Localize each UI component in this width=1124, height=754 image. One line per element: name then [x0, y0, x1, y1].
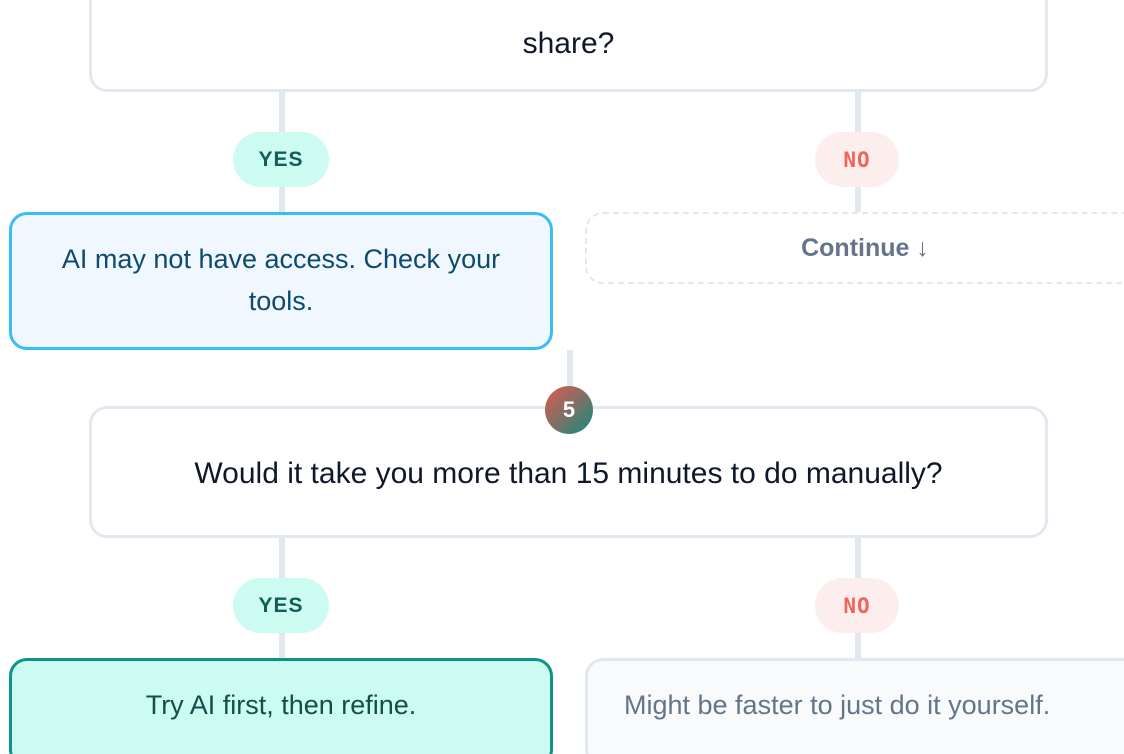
- outcome-no-access: AI may not have access. Check your tools…: [9, 212, 553, 350]
- question-text-previous: share?: [522, 27, 615, 60]
- yes-label: YES: [258, 147, 304, 171]
- yes-pill-step5: YES: [233, 578, 329, 633]
- no-pill-step5: NO: [815, 578, 899, 633]
- outcome-no-access-text: AI may not have access. Check your tools…: [61, 244, 501, 316]
- continue-down-box: Continue ↓: [585, 212, 1124, 284]
- outcome-try-ai: Try AI first, then refine.: [9, 658, 553, 754]
- outcome-do-yourself-text: Might be faster to just do it yourself.: [624, 690, 1051, 721]
- no-label: NO: [843, 593, 871, 618]
- continue-down-text: Continue ↓: [801, 233, 929, 262]
- no-pill-top: NO: [815, 132, 899, 187]
- yes-pill-top: YES: [233, 132, 329, 187]
- step-number-badge: 5: [545, 386, 593, 434]
- step-number: 5: [562, 397, 576, 422]
- question-box-previous: share?: [89, 0, 1048, 92]
- yes-label: YES: [258, 593, 304, 617]
- outcome-do-yourself: Might be faster to just do it yourself.: [585, 658, 1124, 754]
- question-text-step5: Would it take you more than 15 minutes t…: [194, 457, 943, 490]
- outcome-try-ai-text: Try AI first, then refine.: [145, 690, 417, 721]
- no-label: NO: [843, 147, 871, 172]
